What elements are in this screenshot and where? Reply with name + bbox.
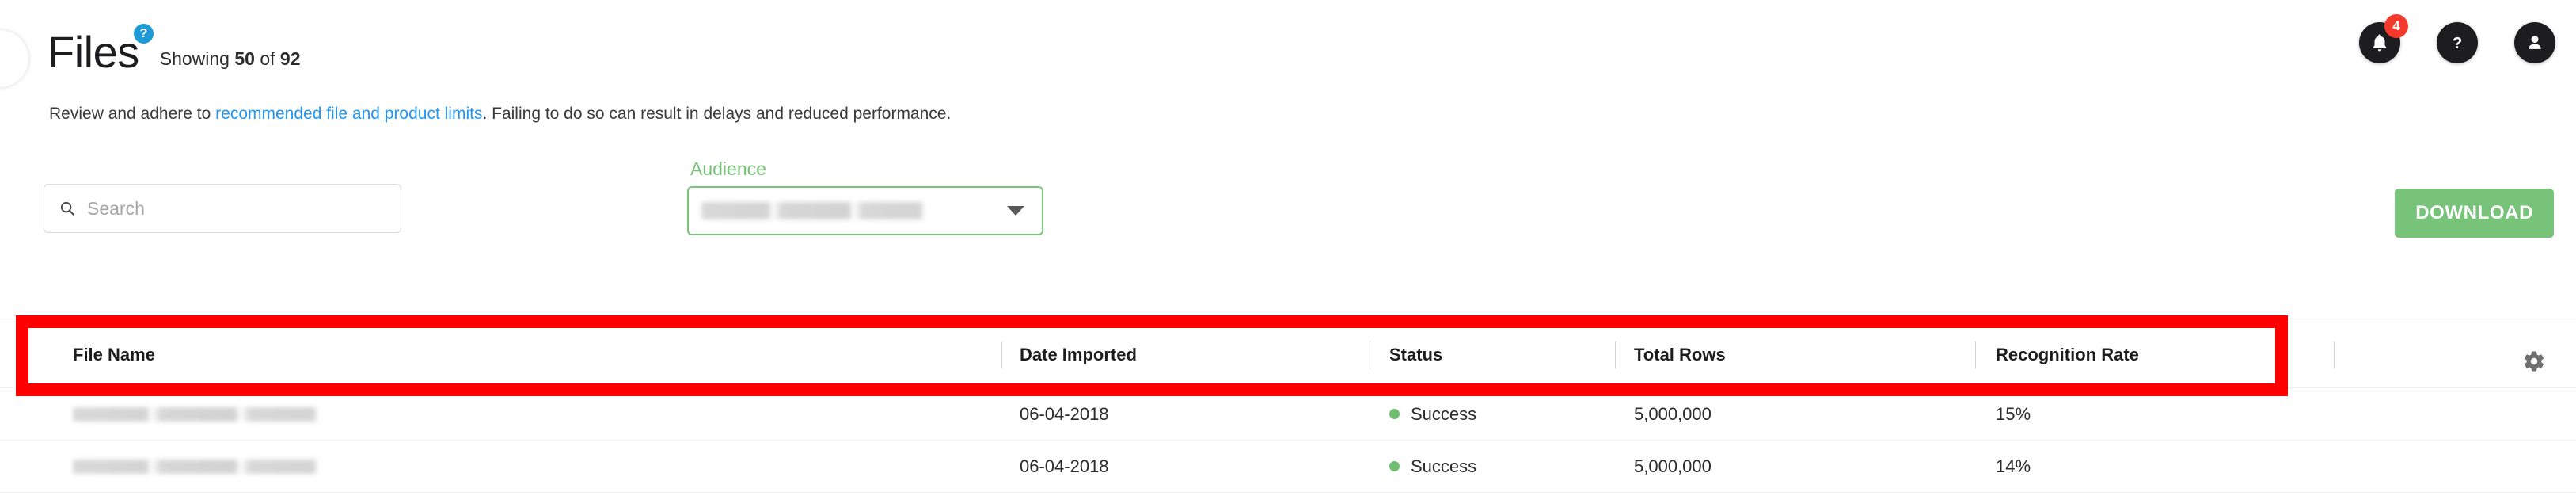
column-header-date-imported[interactable]: Date Imported [1020,345,1137,365]
status-indicator-icon [1389,461,1400,471]
page-header: Files ? Showing 50 of 92 [47,24,301,77]
help-icon: ? [2453,34,2463,52]
table-row[interactable]: 06-04-2018 Success 5,000,000 15% [0,388,2576,441]
column-header-status[interactable]: Status [1389,345,1442,365]
cell-total-rows: 5,000,000 [1634,456,1712,476]
audience-selected-value-redacted [701,202,939,219]
cell-date-imported: 06-04-2018 [1020,456,1109,476]
description-before: Review and adhere to [49,105,216,123]
column-divider [1001,341,1002,368]
page-title-text: Files [47,27,139,77]
table-row[interactable]: 06-04-2018 Success 5,000,000 14% [0,441,2576,493]
column-divider [1615,341,1616,368]
showing-count: 50 [234,48,255,69]
audience-filter: Audience [687,158,1043,235]
svg-text:?: ? [2453,34,2463,52]
search-placeholder: Search [87,197,145,219]
status-label: Success [1411,403,1477,424]
cell-status: Success [1389,456,1476,477]
file-name-redacted [73,459,334,474]
status-indicator-icon [1389,409,1400,419]
download-button[interactable]: DOWNLOAD [2395,189,2554,238]
files-table: File Name Date Imported Status Total Row… [0,322,2576,493]
notifications-button[interactable]: 4 [2359,14,2408,63]
cell-status: Success [1389,404,1476,425]
page-title: Files ? [47,24,154,77]
limits-description: Review and adhere to recommended file an… [49,105,951,124]
column-header-file-name[interactable]: File Name [73,345,155,365]
showing-prefix: Showing [159,48,230,69]
search-input[interactable]: Search [44,184,401,233]
search-icon [60,201,74,216]
cell-total-rows: 5,000,000 [1634,403,1712,424]
showing-middle: of [260,48,275,69]
column-header-total-rows[interactable]: Total Rows [1634,345,1726,365]
topbar-icon-cluster: 4 ? [2359,14,2555,63]
cell-file-name [73,406,334,422]
account-button[interactable] [2514,22,2555,63]
account-icon [2529,36,2541,49]
help-button[interactable]: ? [2437,22,2478,63]
showing-total: 92 [279,48,301,69]
showing-count-label: Showing 50 of 92 [160,48,301,74]
column-header-recognition-rate[interactable]: Recognition Rate [1996,345,2139,365]
recommended-limits-link[interactable]: recommended file and product limits [215,105,482,123]
bell-icon [2373,34,2387,52]
audience-label: Audience [690,158,766,179]
chevron-down-icon [1007,206,1024,216]
table-settings-button[interactable] [2522,349,2546,377]
cell-recognition-rate: 14% [1996,456,2031,476]
column-divider [2334,341,2335,368]
gear-icon [2524,351,2544,372]
edge-circle-decoration [0,30,28,87]
audience-select[interactable] [687,186,1043,235]
cell-date-imported: 06-04-2018 [1020,403,1109,424]
description-after: . Failing to do so can result in delays … [482,105,952,123]
file-name-redacted [73,406,334,422]
title-help-icon[interactable]: ? [133,24,154,44]
table-header-row: File Name Date Imported Status Total Row… [0,322,2576,388]
status-label: Success [1411,456,1477,476]
cell-recognition-rate: 15% [1996,403,2031,424]
column-divider [1975,341,1976,368]
notification-badge: 4 [2384,14,2408,38]
cell-file-name [73,459,334,474]
files-page: 4 ? Files ? Showing 50 of 92 Review and … [0,0,2576,496]
